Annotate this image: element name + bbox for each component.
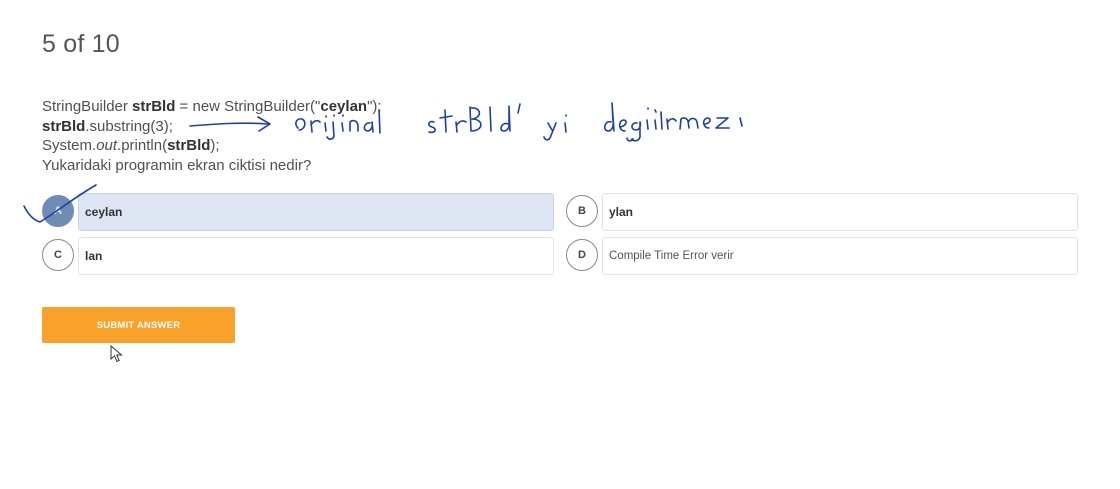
option-a[interactable]: A ceylan: [42, 193, 554, 231]
option-c-answer[interactable]: lan: [78, 237, 554, 275]
option-c-badge[interactable]: C: [42, 239, 74, 271]
question-counter: 5 of 10: [42, 30, 120, 58]
code-line-3: System.out.println(strBld);: [42, 137, 220, 154]
mouse-pointer-icon: [110, 345, 123, 363]
question-prompt: Yukaridaki programin ekran ciktisi nedir…: [42, 156, 312, 174]
option-b-answer[interactable]: ylan: [602, 193, 1078, 231]
question-text: StringBuilder strBld = new StringBuilder…: [42, 97, 382, 175]
option-a-badge[interactable]: A: [42, 195, 74, 227]
code-line-1: StringBuilder strBld = new StringBuilder…: [42, 98, 382, 115]
option-b-badge[interactable]: B: [566, 195, 598, 227]
submit-answer-button[interactable]: SUBMIT ANSWER: [42, 307, 235, 343]
option-d[interactable]: D Compile Time Error verir: [566, 237, 1078, 275]
option-d-answer[interactable]: Compile Time Error verir: [602, 237, 1078, 275]
option-c[interactable]: C lan: [42, 237, 554, 275]
option-d-badge[interactable]: D: [566, 239, 598, 271]
code-line-2: strBld.substring(3);: [42, 117, 173, 135]
option-a-answer[interactable]: ceylan: [78, 193, 554, 231]
option-b[interactable]: B ylan: [566, 193, 1078, 231]
